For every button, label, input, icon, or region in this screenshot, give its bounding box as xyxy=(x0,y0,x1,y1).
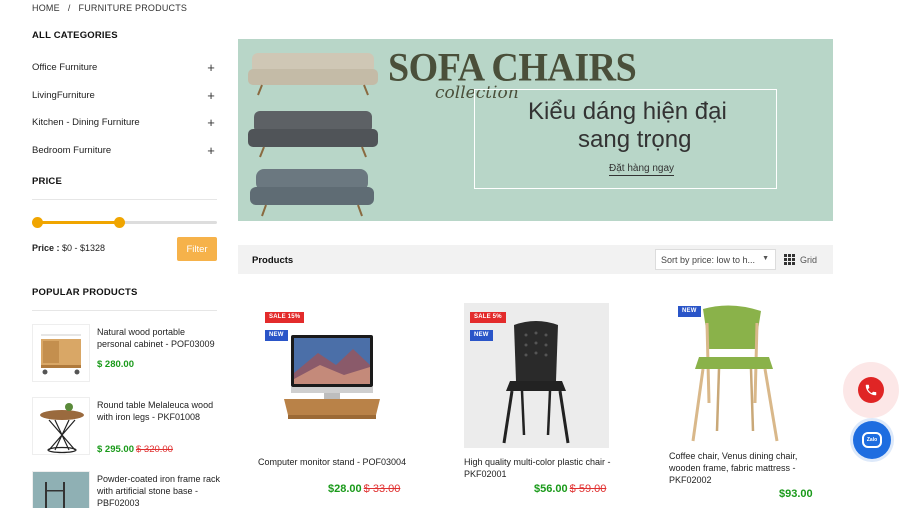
breadcrumb: HOME / FURNITURE PRODUCTS xyxy=(32,3,187,13)
order-now-link[interactable]: Đặt hàng ngay xyxy=(609,163,675,176)
plus-icon[interactable]: + xyxy=(205,143,217,158)
popular-products-title: POPULAR PRODUCTS xyxy=(32,287,138,298)
old-price: $ 33.00 xyxy=(363,483,401,495)
popular-product-price: $ 280.00 xyxy=(97,359,134,370)
grid-view-toggle[interactable]: Grid xyxy=(784,254,817,265)
plus-icon[interactable]: + xyxy=(205,88,217,103)
sort-value: Sort by price: low to h... xyxy=(661,255,756,265)
popular-product-price: $ 295.00 $ 320.00 xyxy=(97,444,173,455)
slider-handle-max[interactable] xyxy=(113,217,125,228)
divider xyxy=(32,199,217,200)
call-button[interactable] xyxy=(843,362,899,418)
product-card[interactable]: NEW Coffee chair, Venus dining chair, wo… xyxy=(669,303,817,508)
product-card[interactable]: SALE 5% NEW High quality multi-color pla… xyxy=(464,303,612,508)
category-item-office[interactable]: Office Furniture + xyxy=(32,54,217,82)
category-sidebar: ALL CATEGORIES Office Furniture + Living… xyxy=(32,30,217,164)
sofa-illustration xyxy=(248,53,378,217)
category-item-kitchen[interactable]: Kitchen - Dining Furniture + xyxy=(32,109,217,137)
sale-badge: SALE 15% xyxy=(265,312,305,323)
sort-select[interactable]: Sort by price: low to h... ▼ xyxy=(655,249,776,270)
product-price: $28.00 $ 33.00 xyxy=(328,483,400,495)
popular-product-name[interactable]: Natural wood portable personal cabinet -… xyxy=(97,326,222,350)
category-label: Office Furniture xyxy=(32,62,98,74)
product-name[interactable]: Coffee chair, Venus dining chair, wooden… xyxy=(669,450,819,486)
current-price: $93.00 xyxy=(779,488,813,500)
grid-icon xyxy=(784,254,795,265)
grid-label: Grid xyxy=(800,254,818,265)
slider-range xyxy=(37,221,120,224)
popular-product-image[interactable] xyxy=(32,397,90,455)
category-label: Bedroom Furniture xyxy=(32,144,112,156)
product-price: $56.00 $ 59.00 xyxy=(534,483,606,495)
current-price: $ 280.00 xyxy=(97,359,134,370)
breadcrumb-current: FURNITURE PRODUCTS xyxy=(78,3,188,13)
category-label: Kitchen - Dining Furniture xyxy=(32,117,140,129)
product-price: $93.00 xyxy=(779,488,813,500)
price-title: PRICE xyxy=(32,176,63,187)
price-range-value: $0 - $1328 xyxy=(62,243,106,253)
zalo-chat-icon: Zalo xyxy=(862,432,882,448)
phone-icon xyxy=(858,377,884,403)
sale-badge: SALE 5% xyxy=(470,312,506,323)
price-label-prefix: Price : xyxy=(32,243,60,253)
category-item-living[interactable]: LivingFurniture + xyxy=(32,82,217,110)
product-name[interactable]: Computer monitor stand - POF03004 xyxy=(258,456,408,468)
banner-headline: Kiểu dáng hiện đại xyxy=(528,98,727,125)
popular-product-image[interactable] xyxy=(32,324,90,382)
category-label: LivingFurniture xyxy=(32,89,95,101)
popular-product-item[interactable]: Powder-coated iron frame rack with artif… xyxy=(32,471,222,508)
categories-title: ALL CATEGORIES xyxy=(32,30,118,41)
promo-banner[interactable]: SOFA CHAIRS collection Kiểu dáng hiện đạ… xyxy=(238,39,833,221)
popular-product-item[interactable]: Natural wood portable personal cabinet -… xyxy=(32,324,222,386)
popular-product-item[interactable]: Round table Melaleuca wood with iron leg… xyxy=(32,397,222,459)
product-name[interactable]: High quality multi-color plastic chair -… xyxy=(464,456,614,480)
zalo-chat-button[interactable]: Zalo xyxy=(853,421,891,459)
plus-icon[interactable]: + xyxy=(205,60,217,75)
new-badge: NEW xyxy=(678,306,701,317)
banner-subheadline: sang trọng xyxy=(578,126,692,153)
products-toolbar: Products Sort by price: low to h... ▼ Gr… xyxy=(238,245,833,274)
popular-product-image[interactable] xyxy=(32,471,90,508)
current-price: $ 295.00 xyxy=(97,444,134,455)
products-heading: Products xyxy=(252,255,294,266)
slider-handle-min[interactable] xyxy=(32,217,43,228)
popular-product-name[interactable]: Powder-coated iron frame rack with artif… xyxy=(97,473,222,508)
product-card[interactable]: SALE 15% NEW Computer monitor stand - PO… xyxy=(258,303,406,508)
current-price: $56.00 xyxy=(534,483,568,495)
product-image[interactable] xyxy=(258,303,403,448)
old-price: $ 59.00 xyxy=(569,483,607,495)
product-image[interactable] xyxy=(669,303,814,448)
breadcrumb-separator: / xyxy=(67,3,71,13)
new-badge: NEW xyxy=(265,330,288,341)
new-badge: NEW xyxy=(470,330,493,341)
category-list: Office Furniture + LivingFurniture + Kit… xyxy=(32,54,217,164)
current-price: $28.00 xyxy=(328,483,362,495)
chevron-down-icon: ▼ xyxy=(762,255,769,262)
plus-icon[interactable]: + xyxy=(205,115,217,130)
price-slider[interactable] xyxy=(32,216,217,230)
divider xyxy=(32,310,217,311)
price-range-label: Price : $0 - $1328 xyxy=(32,243,105,253)
filter-button[interactable]: Filter xyxy=(177,237,217,261)
old-price: $ 320.00 xyxy=(135,444,173,455)
breadcrumb-home[interactable]: HOME xyxy=(32,3,60,13)
category-item-bedroom[interactable]: Bedroom Furniture + xyxy=(32,137,217,165)
product-image[interactable] xyxy=(464,303,609,448)
popular-product-name[interactable]: Round table Melaleuca wood with iron leg… xyxy=(97,399,222,423)
